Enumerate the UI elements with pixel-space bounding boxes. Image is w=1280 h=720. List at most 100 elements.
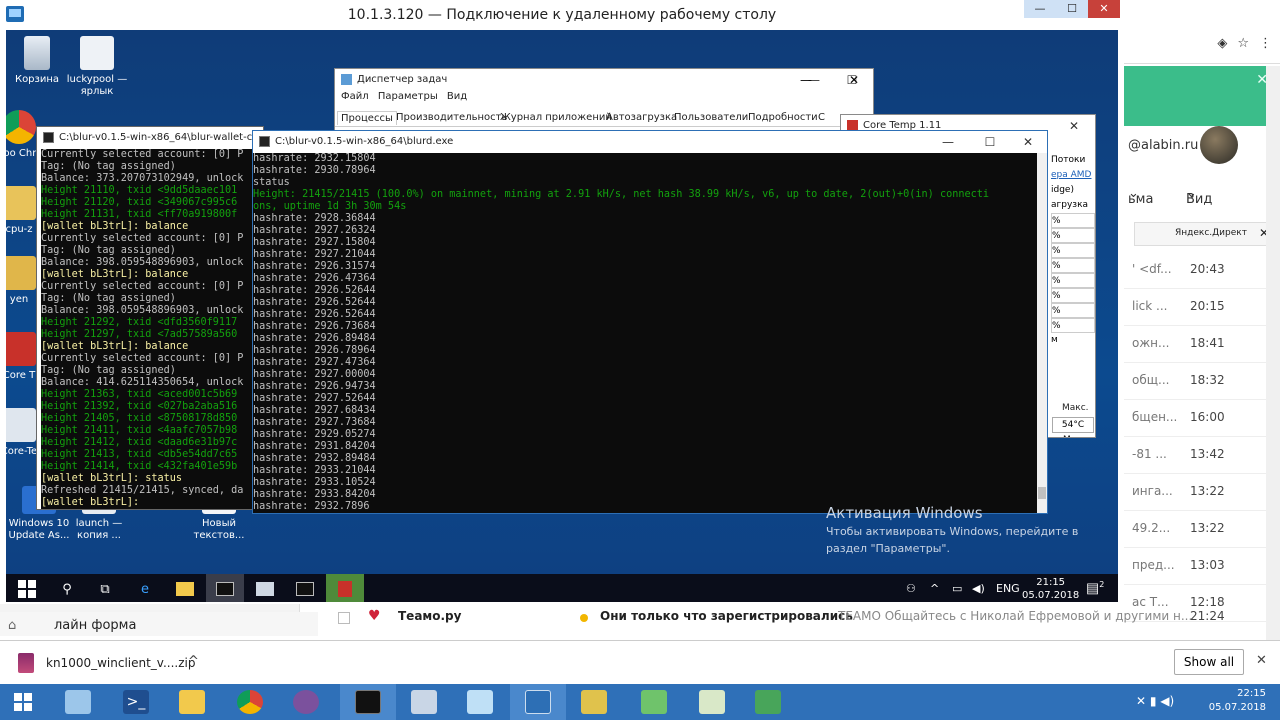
menu-file[interactable]: Файл — [341, 91, 369, 102]
scrollbar[interactable] — [1266, 66, 1280, 676]
chevron-up-icon[interactable]: ^ — [930, 582, 939, 595]
wallet-titlebar[interactable]: C:\blur-v0.1.5-win-x86_64\blur-wallet-cl… — [37, 127, 263, 149]
console-line: ons, uptime 1d 3h 30m 54s — [253, 201, 407, 212]
eye-icon[interactable]: ◈ — [1217, 36, 1227, 51]
remote-desktop-icon[interactable] — [510, 684, 566, 720]
mail-list-item[interactable]: ' <df... 20:43 — [1124, 252, 1280, 289]
chevron-up-icon[interactable]: ^ — [188, 654, 199, 669]
luckypool-shortcut-icon[interactable]: luckypool — ярлык — [62, 36, 132, 98]
powershell-icon[interactable]: >_ — [108, 684, 164, 720]
console-line: Height 21363, txid <aced001c5b69 — [41, 389, 238, 400]
server-manager-icon[interactable] — [50, 684, 106, 720]
tray-icons[interactable]: ✕ ▮ ◀) — [1136, 694, 1174, 708]
chart-app-icon[interactable] — [684, 684, 740, 720]
tab-app-history[interactable]: Журнал приложений — [497, 111, 615, 124]
language-indicator[interactable]: ENG — [996, 582, 1020, 595]
menu-options[interactable]: Параметры — [378, 91, 438, 102]
remote-close-button[interactable]: ✕ — [1088, 0, 1120, 18]
security-icon[interactable] — [740, 684, 796, 720]
wallet-console-output[interactable]: Currently selected account: [0] P Tag: (N… — [41, 149, 263, 509]
close-button[interactable]: ✕ — [1009, 131, 1047, 153]
close-icon[interactable]: ✕ — [835, 69, 873, 91]
download-filename[interactable]: kn1000_winclient_v....zip — [46, 656, 195, 670]
online-form-link[interactable]: лайн форма — [54, 618, 136, 633]
blurd-titlebar[interactable]: C:\blur-v0.1.5-win-x86_64\blurd.exe — ☐ … — [253, 131, 1047, 153]
chrome-icon[interactable] — [222, 684, 278, 720]
tab-startup[interactable]: Автозагрузка — [603, 111, 680, 124]
cmd-icon[interactable] — [340, 684, 396, 720]
menu-icon[interactable]: ⋮ — [1259, 36, 1272, 51]
cleaner-icon[interactable] — [626, 684, 682, 720]
notepad-icon[interactable] — [452, 684, 508, 720]
app-taskbar-icon[interactable] — [246, 574, 284, 602]
max-temp-value: 54°C — [1052, 417, 1094, 433]
star-icon[interactable]: ☆ — [1237, 36, 1249, 51]
file-explorer-icon[interactable] — [166, 574, 204, 602]
unread-dot-icon[interactable] — [580, 614, 588, 622]
mail-list-item[interactable]: инга... 13:22 — [1124, 474, 1280, 511]
viber-icon[interactable] — [278, 684, 334, 720]
tab-users[interactable]: Пользователи — [671, 111, 751, 124]
close-icon[interactable]: ✕ — [1256, 653, 1267, 668]
file-explorer-icon[interactable] — [164, 684, 220, 720]
mail-list-item[interactable]: ожн... 18:41 — [1124, 326, 1280, 363]
host-clock[interactable]: 22:15 05.07.2018 — [1209, 687, 1266, 715]
minimize-button[interactable]: — — [787, 69, 825, 91]
monitor-icon[interactable] — [396, 684, 452, 720]
folder-dropdown[interactable]: ьма ⌄ — [1128, 186, 1153, 207]
mail-list-item[interactable]: lick ... 20:15 — [1124, 289, 1280, 326]
remote-maximize-button[interactable]: ☐ — [1056, 0, 1088, 18]
remote-minimize-button[interactable]: — — [1024, 0, 1056, 18]
mail-list-item[interactable]: общ... 18:32 — [1124, 363, 1280, 400]
mail-list-item[interactable]: бщен... 16:00 — [1124, 400, 1280, 437]
mail-toolbar: ьма ⌄ Вид ⌄ — [1124, 180, 1280, 210]
search-icon[interactable]: ⚲ — [48, 574, 86, 602]
row-checkbox[interactable] — [338, 612, 350, 624]
tab-details[interactable]: Подробности — [745, 111, 821, 124]
remote-clock[interactable]: 21:15 05.07.2018 — [1022, 576, 1079, 602]
activation-heading: Активация Windows — [826, 504, 983, 522]
start-button[interactable] — [8, 574, 46, 602]
task-view-icon[interactable]: ⧉ — [86, 574, 124, 602]
blurd-window[interactable]: C:\blur-v0.1.5-win-x86_64\blurd.exe — ☐ … — [252, 130, 1048, 514]
network-icon[interactable]: ▭ — [952, 582, 962, 595]
core-temp-taskbar-icon[interactable] — [326, 574, 364, 602]
tab-processes[interactable]: Процессы — [337, 111, 397, 125]
blurd-console-output[interactable]: hashrate: 2932.15804 hashrate: 2930.78964… — [253, 153, 1037, 513]
tab-strip: Процессы Производительность Журнал прило… — [335, 109, 873, 127]
edge-icon[interactable]: e — [126, 574, 164, 602]
view-dropdown[interactable]: Вид ⌄ — [1186, 186, 1212, 207]
volume-icon[interactable]: ◀) — [972, 582, 985, 595]
tab-performance[interactable]: Производительность — [393, 111, 510, 124]
mail-list-item[interactable]: -81 ... 13:42 — [1124, 437, 1280, 474]
core-load: % — [1051, 258, 1095, 273]
task-manager-window[interactable]: Диспетчер задач — ☐ — ✕ Файл Параметры В… — [334, 68, 874, 136]
console-taskbar-icon[interactable] — [286, 574, 324, 602]
mail-subject: бщен... — [1132, 410, 1178, 424]
avatar[interactable] — [1200, 126, 1238, 164]
minimize-button[interactable]: — — [929, 131, 967, 153]
wallet-cli-window[interactable]: C:\blur-v0.1.5-win-x86_64\blur-wallet-cl… — [36, 126, 264, 510]
console-line: Height 21297, txid <7ad57589a560 — [41, 329, 238, 340]
notifications-icon[interactable]: ▤2 — [1086, 580, 1104, 597]
amd-link[interactable]: ера AMD — [1051, 168, 1095, 183]
close-icon[interactable]: ✕ — [1055, 115, 1093, 137]
mail-list-item[interactable]: пред... 13:03 — [1124, 548, 1280, 585]
rdp-window: 10.1.3.120 — Подключение к удаленному ра… — [0, 0, 1124, 604]
rdp-titlebar[interactable]: 10.1.3.120 — Подключение к удаленному ра… — [0, 0, 1124, 30]
console-taskbar-icon[interactable] — [206, 574, 244, 602]
remote-time: 21:15 — [1036, 577, 1066, 588]
mail-list-item[interactable]: 49.2... 13:22 — [1124, 511, 1280, 548]
console-line: Tag: (No tag assigned) — [41, 293, 176, 304]
tab-services[interactable]: С — [815, 111, 828, 124]
scrollbar[interactable] — [1037, 153, 1047, 513]
network-icon[interactable] — [566, 684, 622, 720]
bridge-label: idge) — [1051, 185, 1074, 195]
people-icon[interactable]: ⚇ — [906, 582, 916, 595]
ad-block[interactable]: Яндекс.Директ ✕ — [1134, 222, 1274, 246]
start-button[interactable] — [0, 684, 46, 720]
menu-view[interactable]: Вид — [447, 91, 467, 102]
show-all-button[interactable]: Show all — [1174, 649, 1244, 675]
maximize-button[interactable]: ☐ — [971, 131, 1009, 153]
console-line: Balance: 398.059548896903, unlock — [41, 305, 244, 316]
